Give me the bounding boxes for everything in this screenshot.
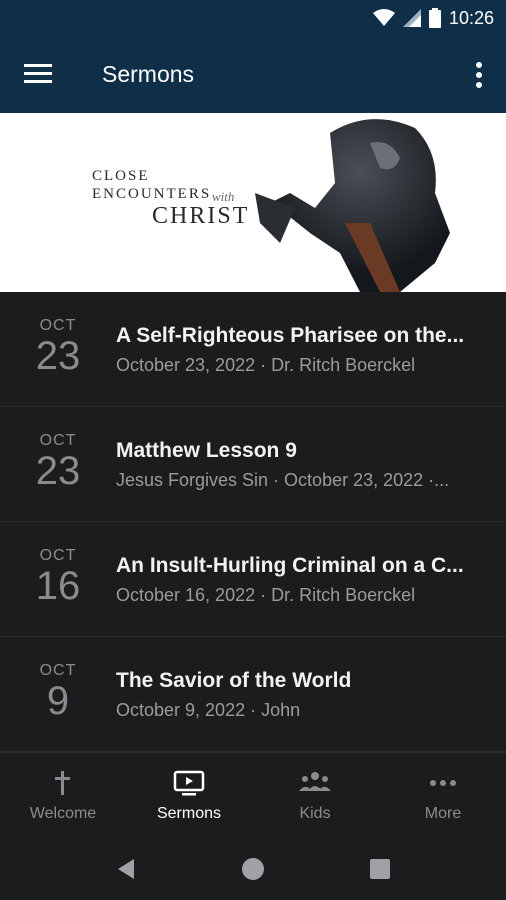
sermon-row[interactable]: OCT 23 Matthew Lesson 9 Jesus Forgives S…: [0, 407, 506, 522]
banner-line-3: CHRIST: [152, 203, 250, 229]
tv-icon: [173, 770, 205, 796]
sermon-date: OCT 23: [22, 317, 94, 377]
date-day: 16: [35, 564, 81, 608]
nav-label: Sermons: [156, 805, 222, 822]
menu-button[interactable]: [24, 62, 54, 86]
nav-label: Kids: [299, 805, 331, 822]
overflow-menu-button[interactable]: [474, 60, 484, 90]
more-horiz-icon: [430, 780, 456, 786]
date-month: OCT: [39, 662, 77, 679]
sermon-title: An Insult-Hurling Criminal on a C...: [116, 554, 464, 577]
nav-item-more[interactable]: More: [380, 753, 506, 839]
hamburger-icon: [24, 64, 52, 83]
signal-icon: [402, 9, 421, 27]
sermon-row[interactable]: OCT 23 A Self-Righteous Pharisee on the.…: [0, 292, 506, 407]
page-title: Sermons: [102, 61, 195, 87]
home-icon[interactable]: [240, 856, 266, 882]
status-time: 10:26: [448, 7, 494, 28]
sermon-title: Matthew Lesson 9: [116, 439, 297, 462]
status-bar: 10:26: [0, 0, 506, 36]
battery-icon: [428, 8, 441, 28]
sermon-date: OCT 9: [22, 662, 94, 722]
sermon-row[interactable]: OCT 16 An Insult-Hurling Criminal on a C…: [0, 522, 506, 637]
date-month: OCT: [39, 432, 77, 449]
sermon-subtitle: October 23, 2022 · Dr. Ritch Boerckel: [116, 355, 416, 375]
nav-label: More: [424, 805, 462, 822]
wifi-icon: [372, 9, 395, 26]
nav-item-kids[interactable]: Kids: [252, 753, 378, 839]
nav-item-sermons[interactable]: Sermons: [126, 753, 252, 839]
banner-artwork: [255, 119, 450, 292]
date-month: OCT: [39, 317, 77, 334]
system-navigation-bar: [0, 838, 506, 900]
date-day: 23: [35, 334, 81, 378]
nav-label: Welcome: [29, 805, 97, 822]
sermon-title: The Savior of the World: [116, 669, 352, 692]
app-bar: Sermons: [0, 36, 506, 113]
banner-line-with: with: [212, 189, 235, 204]
series-banner[interactable]: CLOSE ENCOUNTERS with CHRIST: [0, 113, 506, 292]
date-month: OCT: [39, 547, 77, 564]
sermon-row[interactable]: OCT 9 The Savior of the World October 9,…: [0, 637, 506, 752]
group-icon: [299, 772, 331, 791]
date-day: 9: [46, 679, 70, 723]
sermon-list: OCT 23 A Self-Righteous Pharisee on the.…: [0, 292, 506, 752]
bottom-navigation: Welcome Sermons Kids More: [0, 752, 506, 839]
banner-line-1: CLOSE: [92, 168, 150, 184]
status-icons: 10:26: [372, 6, 494, 30]
sermon-subtitle: Jesus Forgives Sin · October 23, 2022 ·.…: [116, 470, 450, 490]
sermon-subtitle: October 16, 2022 · Dr. Ritch Boerckel: [116, 585, 416, 605]
more-vert-icon: [476, 62, 482, 88]
sermon-title: A Self-Righteous Pharisee on the...: [116, 324, 465, 347]
sermon-date: OCT 23: [22, 432, 94, 492]
banner-title: CLOSE ENCOUNTERS with CHRIST: [92, 167, 249, 229]
date-day: 23: [35, 449, 81, 493]
sermon-subtitle: October 9, 2022 · John: [116, 700, 301, 720]
nav-item-welcome[interactable]: Welcome: [0, 753, 126, 839]
sermon-date: OCT 16: [22, 547, 94, 607]
cross-icon: [55, 771, 70, 795]
recents-icon[interactable]: [367, 856, 393, 882]
back-icon[interactable]: [114, 856, 140, 882]
